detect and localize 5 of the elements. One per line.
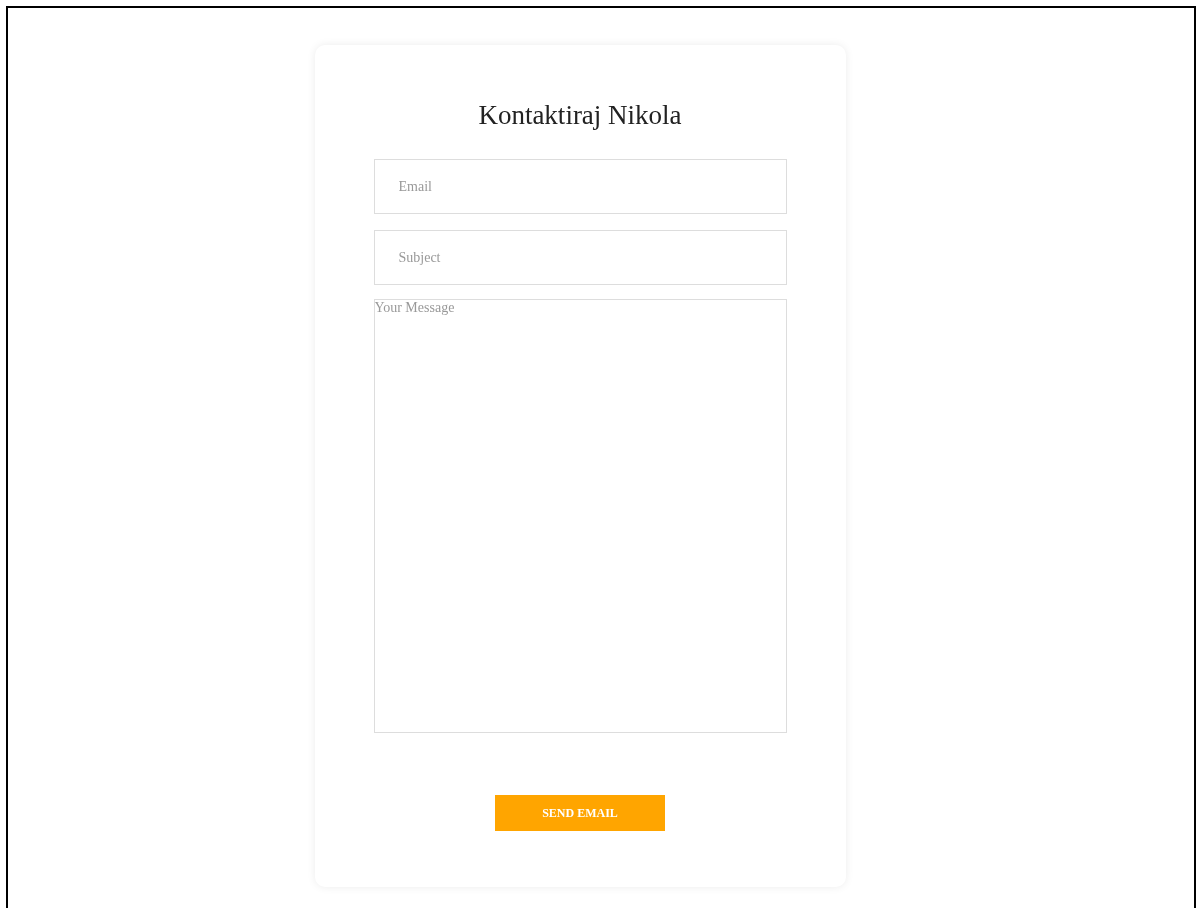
form-title: Kontaktiraj Nikola xyxy=(478,99,682,131)
text-field[interactable]: Email xyxy=(373,159,787,214)
text-field[interactable]: Subject xyxy=(373,230,787,285)
send-button[interactable]: SEND EMAIL xyxy=(495,795,665,831)
message-field[interactable]: Your Message xyxy=(373,299,787,733)
